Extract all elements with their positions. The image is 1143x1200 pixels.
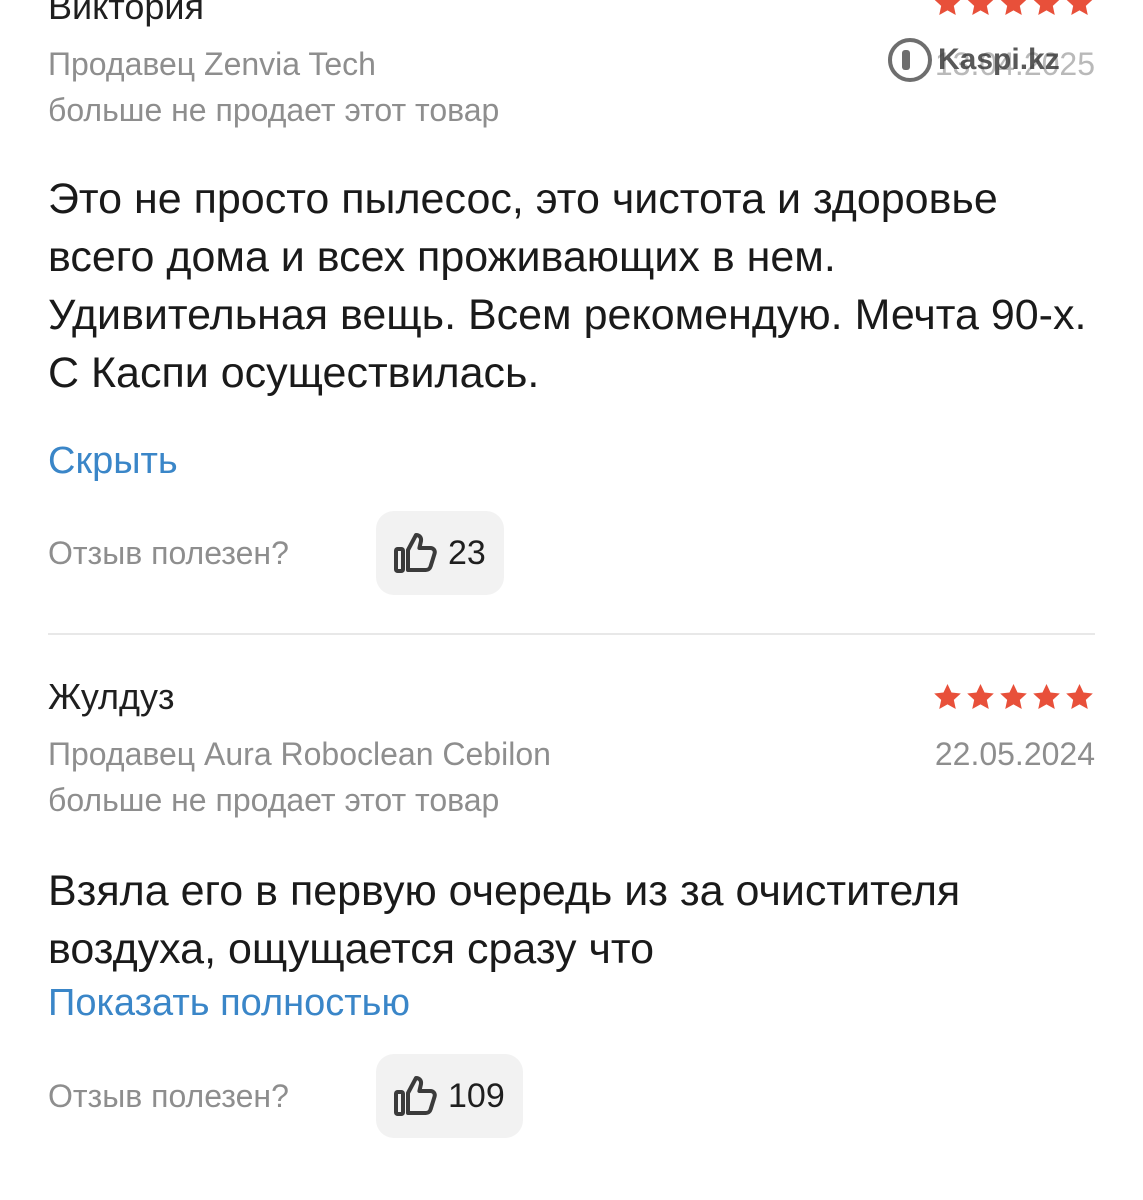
star-icon [1066, 0, 1093, 15]
helpful-question: Отзыв полезен? [48, 1078, 289, 1114]
helpful-question: Отзыв полезен? [48, 535, 289, 571]
watermark-text: Kaspi.kz [938, 43, 1060, 76]
star-icon [934, 683, 961, 709]
review-author: Виктория [48, 0, 205, 27]
star-icon [1033, 683, 1060, 709]
star-icon [967, 0, 994, 15]
thumbs-up-icon [394, 1076, 437, 1116]
review-author: Жулдуз [48, 676, 175, 717]
seller-status: больше не продает этот товар [48, 92, 500, 128]
review-text: Это не просто пылесос, это чистота и здо… [48, 175, 1087, 397]
kaspi-watermark: Kaspi.kz [888, 38, 1060, 82]
like-button[interactable]: 109 [376, 1054, 523, 1138]
seller-status: больше не продает этот товар [48, 782, 500, 818]
like-count: 109 [448, 1076, 505, 1115]
hide-review-link[interactable]: Скрыть [48, 440, 178, 483]
rating-stars [932, 0, 1095, 19]
thumbs-up-icon [394, 533, 437, 573]
star-icon [967, 683, 994, 709]
like-count: 23 [448, 533, 486, 572]
review-seller: Продавец Zenvia Tech [48, 46, 376, 82]
review-card: Жулдуз Продавец Aura Roboclean Cebilon 2… [48, 676, 1095, 1196]
star-icon [1066, 683, 1093, 709]
star-icon [934, 0, 961, 15]
star-icon [1033, 0, 1060, 15]
review-divider [48, 633, 1095, 635]
review-date: 22.05.2024 [934, 736, 1095, 772]
review-text: Взяла его в первую очередь из за очистит… [48, 867, 961, 973]
rating-stars [932, 682, 1095, 713]
review-card: Виктория Продавец Zenvia Tech 13.04.2025… [48, 0, 1095, 620]
like-button[interactable]: 23 [376, 511, 504, 595]
review-seller: Продавец Aura Roboclean Cebilon [48, 736, 551, 772]
kaspi-logo-icon [888, 38, 932, 82]
star-icon [1000, 683, 1027, 709]
star-icon [1000, 0, 1027, 15]
show-full-review-link[interactable]: Показать полностью [48, 982, 410, 1025]
